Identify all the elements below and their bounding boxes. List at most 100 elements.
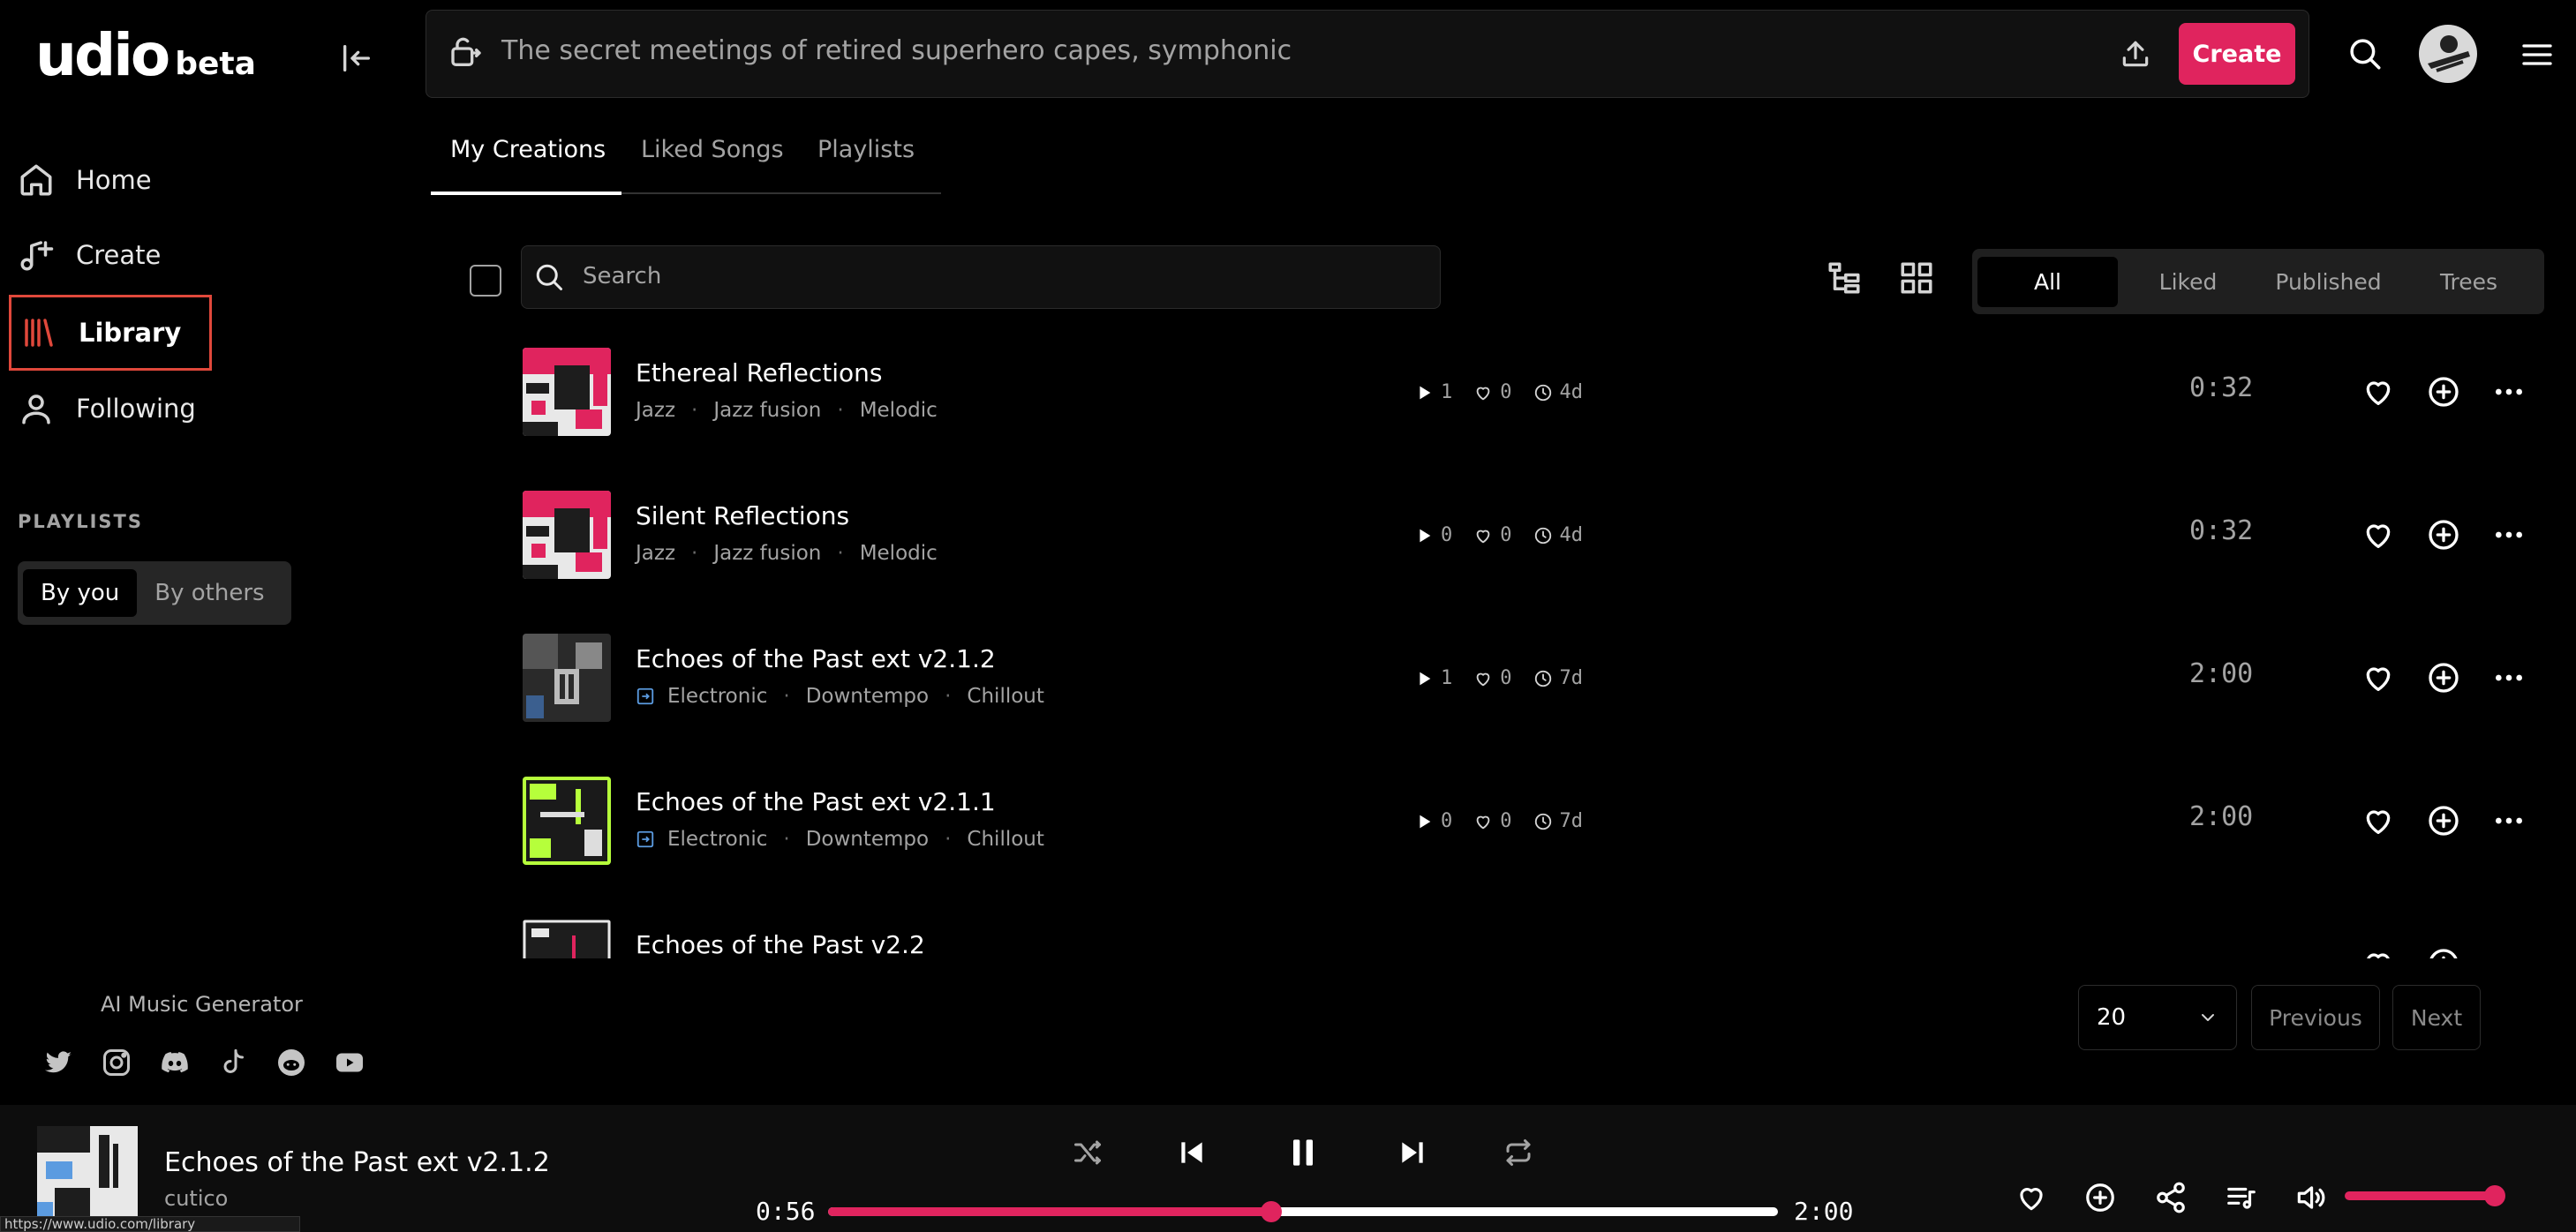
like-song-icon[interactable]	[2361, 660, 2396, 695]
song-title[interactable]: Silent Reflections	[636, 501, 849, 530]
prompt-lock-icon[interactable]	[448, 35, 484, 71]
song-artwork[interactable]	[523, 777, 611, 865]
discord-icon[interactable]	[159, 1047, 191, 1078]
song-artwork[interactable]	[523, 920, 611, 958]
prompt-input[interactable]: The secret meetings of retired superhero…	[501, 35, 1292, 66]
song-tag[interactable]: Melodic	[860, 399, 938, 422]
previous-page-button[interactable]: Previous	[2251, 985, 2380, 1050]
tree-view-icon[interactable]	[1826, 259, 1863, 297]
tag-separator: ·	[691, 542, 698, 565]
shuffle-icon[interactable]	[1072, 1137, 1103, 1168]
song-artwork[interactable]	[523, 491, 611, 579]
search-icon[interactable]	[2346, 35, 2384, 72]
song-title[interactable]: Ethereal Reflections	[636, 358, 883, 387]
page-size-select[interactable]: 20	[2078, 985, 2237, 1050]
queue-icon[interactable]	[2225, 1181, 2258, 1214]
tab-liked-songs[interactable]: Liked Songs	[641, 136, 784, 163]
song-tags: Electronic · Downtempo · Chillout	[636, 828, 1044, 851]
sidebar-item-create[interactable]: Create	[18, 220, 161, 290]
filter-all[interactable]: All	[1977, 256, 2118, 307]
song-artwork[interactable]	[523, 634, 611, 722]
song-row[interactable]: Ethereal Reflections Jazz · Jazz fusion · Me…	[494, 335, 2560, 477]
add-song-icon[interactable]	[2426, 374, 2461, 409]
collapse-sidebar-icon[interactable]	[339, 41, 374, 76]
more-options-icon[interactable]	[2491, 803, 2527, 838]
tiktok-icon[interactable]	[217, 1047, 249, 1078]
like-track-icon[interactable]	[2015, 1181, 2048, 1214]
upload-icon[interactable]	[2119, 37, 2152, 71]
song-tag[interactable]: Jazz fusion	[713, 399, 821, 422]
playlist-filter-by-you[interactable]: By you	[23, 569, 138, 617]
like-song-icon[interactable]	[2361, 517, 2396, 552]
add-to-playlist-icon[interactable]	[2083, 1181, 2117, 1214]
next-page-button[interactable]: Next	[2392, 985, 2481, 1050]
filter-trees[interactable]: Trees	[2399, 257, 2539, 307]
song-row[interactable]: Echoes of the Past ext v2.1.1 Electronic…	[494, 764, 2560, 905]
clock-icon	[1534, 384, 1551, 401]
song-tags: Jazz · Jazz fusion · Melodic	[636, 399, 938, 422]
sidebar-item-label: Create	[76, 240, 162, 270]
song-title[interactable]: Echoes of the Past ext v2.1.1	[636, 787, 996, 816]
previous-track-icon[interactable]	[1174, 1135, 1209, 1170]
song-tag[interactable]: Chillout	[967, 828, 1043, 851]
repeat-icon[interactable]	[1503, 1137, 1534, 1168]
add-song-icon[interactable]	[2426, 946, 2461, 958]
select-all-checkbox[interactable]	[470, 265, 501, 297]
sidebar-item-following[interactable]: Following	[18, 373, 196, 444]
volume-icon[interactable]	[2294, 1181, 2327, 1214]
song-tag[interactable]: Jazz fusion	[713, 542, 821, 565]
reddit-icon[interactable]	[275, 1047, 307, 1078]
like-song-icon[interactable]	[2361, 803, 2396, 838]
song-title[interactable]: Echoes of the Past ext v2.1.2	[636, 644, 996, 673]
song-tags: Electronic · Downtempo · Chillout	[636, 685, 1044, 708]
avatar[interactable]	[2419, 25, 2477, 83]
more-options-icon[interactable]	[2491, 374, 2527, 409]
play-count: 1	[1441, 667, 1453, 689]
progress-handle[interactable]	[1261, 1201, 1282, 1222]
instagram-icon[interactable]	[101, 1047, 132, 1078]
song-tag[interactable]: Downtempo	[806, 685, 929, 708]
filter-published[interactable]: Published	[2258, 257, 2399, 307]
add-song-icon[interactable]	[2426, 660, 2461, 695]
pause-icon[interactable]	[1284, 1133, 1322, 1172]
sidebar-item-home[interactable]: Home	[18, 145, 152, 215]
now-playing-artist[interactable]: cutico	[164, 1186, 228, 1211]
next-track-icon[interactable]	[1395, 1135, 1430, 1170]
like-song-icon[interactable]	[2361, 374, 2396, 409]
song-tag[interactable]: Jazz	[636, 399, 675, 422]
now-playing-artwork[interactable]	[37, 1126, 138, 1221]
share-icon[interactable]	[2154, 1181, 2188, 1214]
chevron-down-icon	[2202, 1014, 2214, 1021]
song-row[interactable]: Silent Reflections Jazz · Jazz fusion · Melo…	[494, 478, 2560, 620]
add-song-icon[interactable]	[2426, 803, 2461, 838]
song-tag[interactable]: Electronic	[667, 685, 767, 708]
filter-liked[interactable]: Liked	[2118, 257, 2258, 307]
create-button[interactable]: Create	[2179, 23, 2295, 85]
song-artwork[interactable]	[523, 348, 611, 436]
grid-view-icon[interactable]	[1898, 259, 1935, 297]
more-options-icon[interactable]	[2491, 517, 2527, 552]
tab-playlists[interactable]: Playlists	[817, 136, 915, 163]
udio-logo[interactable]: udio beta	[35, 25, 256, 86]
song-row[interactable]: Echoes of the Past ext v2.1.2 Electronic…	[494, 621, 2560, 762]
more-options-icon[interactable]	[2491, 660, 2527, 695]
volume-slider[interactable]	[2345, 1191, 2495, 1200]
twitter-icon[interactable]	[42, 1047, 74, 1078]
song-row[interactable]: Echoes of the Past v2.2	[494, 907, 2560, 958]
youtube-icon[interactable]	[334, 1047, 365, 1078]
song-tag[interactable]: Downtempo	[806, 828, 929, 851]
like-song-icon[interactable]	[2361, 946, 2396, 958]
add-song-icon[interactable]	[2426, 517, 2461, 552]
song-tag[interactable]: Melodic	[860, 542, 938, 565]
tab-my-creations[interactable]: My Creations	[450, 136, 606, 163]
playlist-filter-by-others[interactable]: By others	[137, 569, 282, 617]
menu-icon[interactable]	[2520, 37, 2555, 72]
now-playing-title[interactable]: Echoes of the Past ext v2.1.2	[164, 1147, 550, 1178]
song-title[interactable]: Echoes of the Past v2.2	[636, 930, 925, 958]
song-tag[interactable]: Electronic	[667, 828, 767, 851]
song-tag[interactable]: Chillout	[967, 685, 1043, 708]
more-options-icon[interactable]	[2491, 946, 2527, 958]
song-tag[interactable]: Jazz	[636, 542, 675, 565]
volume-handle[interactable]	[2484, 1185, 2505, 1206]
sidebar-item-library[interactable]: Library	[9, 295, 212, 371]
